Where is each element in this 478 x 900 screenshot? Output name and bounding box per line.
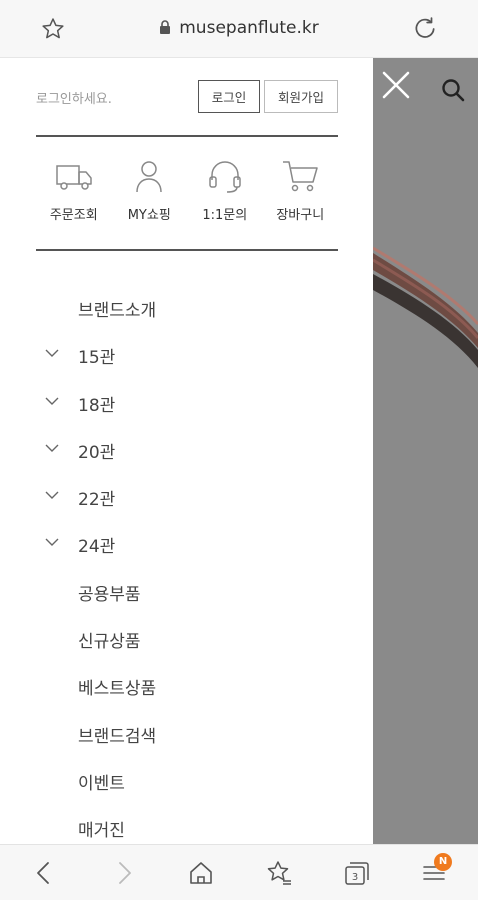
menu-item-label: 매거진 bbox=[78, 821, 125, 842]
menu-item-20[interactable]: 20관 bbox=[0, 426, 373, 473]
chevron-down-icon[interactable] bbox=[44, 345, 60, 361]
quick-link-label: 장바구니 bbox=[276, 208, 325, 223]
chevron-down-icon[interactable] bbox=[44, 487, 60, 503]
menu-item-15[interactable]: 15관 bbox=[0, 331, 373, 378]
menu-item-best-products[interactable]: 베스트상품 bbox=[0, 662, 373, 709]
truck-icon bbox=[56, 165, 92, 190]
quick-link-label: 1:1문의 bbox=[202, 208, 248, 223]
join-button[interactable]: 회원가입 bbox=[264, 80, 338, 113]
menu-item-label: 신규상품 bbox=[78, 632, 141, 653]
quick-link-my-shopping[interactable]: MY쇼핑 bbox=[112, 158, 188, 238]
background-product-image bbox=[373, 246, 478, 368]
menu-item-new-products[interactable]: 신규상품 bbox=[0, 615, 373, 662]
back-icon[interactable] bbox=[30, 859, 58, 887]
login-button[interactable]: 로그인 bbox=[198, 80, 260, 113]
menu-item-label: 브랜드소개 bbox=[78, 301, 157, 321]
browser-bottom-bar: 3 N bbox=[0, 844, 478, 900]
menu-item-event[interactable]: 이벤트 bbox=[0, 757, 373, 804]
quick-link-cart[interactable]: 장바구니 bbox=[263, 158, 339, 238]
divider bbox=[36, 135, 338, 137]
cart-icon bbox=[283, 161, 318, 192]
menu-item-label: 브랜드검색 bbox=[78, 726, 157, 747]
menu-item-label: 베스트상품 bbox=[78, 679, 157, 700]
address-bar[interactable]: musepanflute.kr bbox=[0, 18, 478, 38]
login-prompt: 로그인하세요. bbox=[36, 92, 112, 107]
side-menu-drawer: 로그인하세요. 로그인 회원가입 주문조회 MY쇼핑 1:1문의 장바구니 브랜… bbox=[0, 58, 373, 844]
quick-link-inquiry[interactable]: 1:1문의 bbox=[187, 158, 263, 238]
menu-item-label: 24관 bbox=[78, 537, 116, 558]
browser-top-bar: musepanflute.kr bbox=[0, 0, 478, 58]
bookmarks-icon[interactable] bbox=[265, 859, 293, 887]
close-icon[interactable] bbox=[381, 70, 411, 100]
headset-icon bbox=[209, 161, 241, 193]
menu-item-label: 18관 bbox=[78, 395, 116, 416]
lock-icon bbox=[160, 20, 171, 34]
menu-item-label: 공용부품 bbox=[78, 584, 141, 605]
menu-item-label: 20관 bbox=[78, 442, 116, 463]
person-icon bbox=[136, 161, 162, 193]
menu-item-label: 15관 bbox=[78, 348, 116, 369]
menu-item-label: 이벤트 bbox=[78, 773, 125, 794]
forward-icon[interactable] bbox=[110, 859, 138, 887]
quick-link-label: MY쇼핑 bbox=[127, 208, 171, 223]
menu-item-brand-intro[interactable]: 브랜드소개 bbox=[0, 284, 373, 331]
menu-item-label: 22관 bbox=[78, 490, 116, 511]
search-icon[interactable] bbox=[441, 78, 467, 104]
quick-links: 주문조회 MY쇼핑 1:1문의 장바구니 bbox=[36, 158, 338, 238]
quick-link-order-lookup[interactable]: 주문조회 bbox=[36, 158, 112, 238]
chevron-down-icon[interactable] bbox=[44, 440, 60, 456]
tabs-icon[interactable]: 3 bbox=[343, 859, 371, 887]
tabs-count: 3 bbox=[352, 872, 358, 883]
url-text: musepanflute.kr bbox=[179, 18, 319, 38]
divider bbox=[36, 249, 338, 251]
notification-badge: N bbox=[434, 853, 452, 871]
menu-item-18[interactable]: 18관 bbox=[0, 379, 373, 426]
menu-item-common-parts[interactable]: 공용부품 bbox=[0, 568, 373, 615]
login-row: 로그인하세요. 로그인 회원가입 bbox=[36, 80, 338, 114]
chevron-down-icon[interactable] bbox=[44, 534, 60, 550]
menu-item-24[interactable]: 24관 bbox=[0, 520, 373, 567]
menu-item-brand-search[interactable]: 브랜드검색 bbox=[0, 710, 373, 757]
quick-link-label: 주문조회 bbox=[49, 208, 98, 223]
menu-item-22[interactable]: 22관 bbox=[0, 473, 373, 520]
reload-icon[interactable] bbox=[412, 16, 438, 42]
category-menu: 브랜드소개 15관 18관 20관 22관 24관 공용부품 신규상품 베스트상… bbox=[0, 284, 373, 852]
chevron-down-icon[interactable] bbox=[44, 393, 60, 409]
page-overlay[interactable] bbox=[373, 58, 478, 844]
home-icon[interactable] bbox=[187, 859, 215, 887]
